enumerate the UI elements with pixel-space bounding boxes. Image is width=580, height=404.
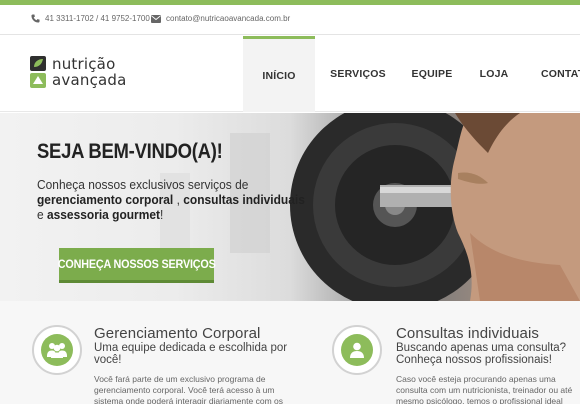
nav-item-contato[interactable]: CONTATO — [525, 36, 580, 112]
phone-icon — [31, 14, 40, 23]
logo-text-bottom: avançada — [52, 71, 127, 89]
nav-item-equipe[interactable]: EQUIPE — [401, 36, 463, 112]
envelope-icon — [151, 14, 161, 23]
hero-title: SEJA BEM-VINDO(A)! — [37, 140, 223, 163]
phone-info: 41 3311-1702 / 41 9752-1700 — [31, 14, 150, 23]
hero-description: Conheça nossos exclusivos serviços de ge… — [37, 177, 327, 222]
contact-bar: 41 3311-1702 / 41 9752-1700 contato@nutr… — [0, 5, 580, 35]
email-info[interactable]: contato@nutricaoavancada.com.br — [151, 14, 290, 23]
hero-line-3-suffix: ! — [159, 207, 164, 222]
service-icon-circle-1 — [32, 325, 82, 375]
nav-item-inicio[interactable]: INÍCIO — [243, 36, 315, 112]
group-icon — [47, 343, 67, 358]
hero-line-2: gerenciamento corporal , consultas indiv… — [37, 192, 305, 207]
service-icon-circle-2 — [332, 325, 382, 375]
main-nav: INÍCIO SERVIÇOS EQUIPE LOJA CONTATO — [243, 36, 580, 112]
service-subtitle-consultas: Buscando apenas uma consulta? Conheça no… — [396, 342, 567, 366]
services-section: Gerenciamento Corporal Uma equipe dedica… — [0, 301, 580, 404]
phone-text: 41 3311-1702 / 41 9752-1700 — [45, 14, 150, 23]
hero-bold-corporal: gerenciamento corporal — [37, 192, 174, 207]
hero-bold-consultas: consultas individuais — [183, 192, 305, 207]
logo-text-top: nutrição — [52, 55, 116, 73]
hero-bold-gourmet: assessoria gourmet — [46, 207, 160, 222]
service-title-gerenciamento[interactable]: Gerenciamento Corporal — [94, 325, 260, 342]
site-header: nutrição avançada INÍCIO SERVIÇOS EQUIPE… — [0, 36, 580, 112]
hero-separator: , — [173, 192, 184, 207]
logo[interactable]: nutrição avançada — [30, 56, 175, 90]
nav-item-loja[interactable]: LOJA — [463, 36, 525, 112]
hero-line-1: Conheça nossos exclusivos serviços de — [37, 177, 249, 192]
email-text[interactable]: contato@nutricaoavancada.com.br — [166, 14, 290, 23]
hero-banner: SEJA BEM-VINDO(A)! Conheça nossos exclus… — [0, 113, 580, 301]
logo-mark-icon — [30, 56, 46, 88]
service-body-consultas: Caso você esteja procurando apenas uma c… — [396, 374, 573, 404]
hero-line-3: e assessoria gourmet! — [37, 207, 304, 222]
hero-line-3-prefix: e — [37, 207, 47, 222]
service-body-gerenciamento: Você fará parte de um exclusivo programa… — [94, 374, 283, 404]
services-cta-button[interactable]: CONHEÇA NOSSOS SERVIÇOS — [57, 248, 216, 283]
nav-item-servicos[interactable]: SERVIÇOS — [315, 36, 401, 112]
service-subtitle-gerenciamento: Uma equipe dedicada e escolhida por você… — [94, 342, 288, 366]
service-title-consultas[interactable]: Consultas individuais — [396, 325, 539, 342]
services-cta-label: CONHEÇA NOSSOS SERVIÇOS — [57, 257, 216, 271]
person-icon — [350, 342, 364, 358]
